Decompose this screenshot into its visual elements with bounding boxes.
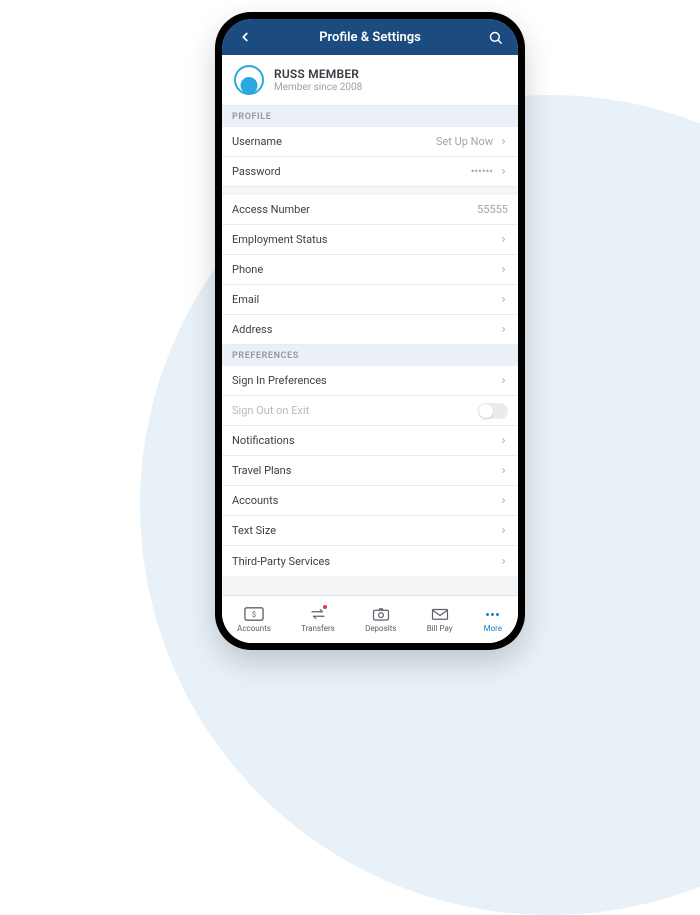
row-label: Accounts [232, 494, 499, 507]
envelope-icon [430, 606, 450, 622]
more-icon [483, 606, 503, 622]
header-bar: Profile & Settings [222, 19, 518, 55]
row-label: Access Number [232, 203, 477, 216]
row-label: Username [232, 135, 436, 148]
chevron-right-icon [499, 325, 508, 334]
search-icon [488, 30, 503, 45]
tab-more[interactable]: More [483, 606, 503, 633]
row-label: Third-Party Services [232, 555, 499, 568]
row-address[interactable]: Address [222, 315, 518, 345]
member-card: RUSS MEMBER Member since 2008 [222, 55, 518, 106]
chevron-right-icon [499, 376, 508, 385]
section-header-preferences: PREFERENCES [222, 345, 518, 366]
avatar [234, 65, 264, 95]
camera-icon [371, 606, 391, 622]
tab-label: Transfers [301, 624, 335, 633]
section-header-profile: PROFILE [222, 106, 518, 127]
row-signout-on-exit[interactable]: Sign Out on Exit [222, 396, 518, 426]
chevron-right-icon [499, 137, 508, 146]
tab-accounts[interactable]: $ Accounts [237, 606, 271, 633]
chevron-left-icon [238, 30, 252, 44]
row-label: Travel Plans [232, 464, 499, 477]
phone-frame: Profile & Settings RUSS MEMBER Member si… [215, 12, 525, 650]
chevron-right-icon [499, 466, 508, 475]
row-phone[interactable]: Phone [222, 255, 518, 285]
row-password[interactable]: Password •••••• [222, 157, 518, 187]
chevron-right-icon [499, 167, 508, 176]
row-value: Set Up Now [436, 135, 493, 148]
tab-bar: $ Accounts Transfers Deposits Bill Pay M… [222, 595, 518, 643]
content-scroll[interactable]: RUSS MEMBER Member since 2008 PROFILE Us… [222, 55, 518, 595]
chevron-right-icon [499, 557, 508, 566]
chevron-right-icon [499, 235, 508, 244]
chevron-right-icon [499, 526, 508, 535]
svg-text:$: $ [252, 610, 256, 619]
row-signin-preferences[interactable]: Sign In Preferences [222, 366, 518, 396]
tab-label: Bill Pay [427, 624, 453, 633]
tab-label: Deposits [365, 624, 396, 633]
row-travel-plans[interactable]: Travel Plans [222, 456, 518, 486]
row-access-number: Access Number 55555 [222, 195, 518, 225]
tab-label: Accounts [237, 624, 271, 633]
tab-label: More [484, 624, 502, 633]
row-accounts[interactable]: Accounts [222, 486, 518, 516]
tab-billpay[interactable]: Bill Pay [427, 606, 453, 633]
chevron-right-icon [499, 436, 508, 445]
row-text-size[interactable]: Text Size [222, 516, 518, 546]
divider-gap [222, 187, 518, 195]
chevron-right-icon [499, 496, 508, 505]
row-third-party-services[interactable]: Third-Party Services [222, 546, 518, 576]
page-title: Profile & Settings [319, 30, 421, 45]
tab-deposits[interactable]: Deposits [365, 606, 396, 633]
row-label: Sign In Preferences [232, 374, 499, 387]
transfers-icon [308, 606, 328, 622]
money-card-icon: $ [244, 606, 264, 622]
member-name: RUSS MEMBER [274, 67, 362, 81]
toggle-switch[interactable] [478, 403, 508, 419]
row-notifications[interactable]: Notifications [222, 426, 518, 456]
search-button[interactable] [484, 26, 506, 48]
row-label: Employment Status [232, 233, 499, 246]
row-label: Sign Out on Exit [232, 404, 478, 417]
row-value: •••••• [471, 165, 493, 178]
row-value: 55555 [477, 203, 508, 216]
row-label: Text Size [232, 524, 499, 537]
row-label: Phone [232, 263, 499, 276]
row-label: Notifications [232, 434, 499, 447]
row-label: Address [232, 323, 499, 336]
row-label: Email [232, 293, 499, 306]
tab-transfers[interactable]: Transfers [301, 606, 335, 633]
row-username[interactable]: Username Set Up Now [222, 127, 518, 157]
chevron-right-icon [499, 295, 508, 304]
row-email[interactable]: Email [222, 285, 518, 315]
back-button[interactable] [234, 26, 256, 48]
screen: Profile & Settings RUSS MEMBER Member si… [222, 19, 518, 643]
member-since: Member since 2008 [274, 82, 362, 93]
row-employment-status[interactable]: Employment Status [222, 225, 518, 255]
row-label: Password [232, 165, 471, 178]
chevron-right-icon [499, 265, 508, 274]
